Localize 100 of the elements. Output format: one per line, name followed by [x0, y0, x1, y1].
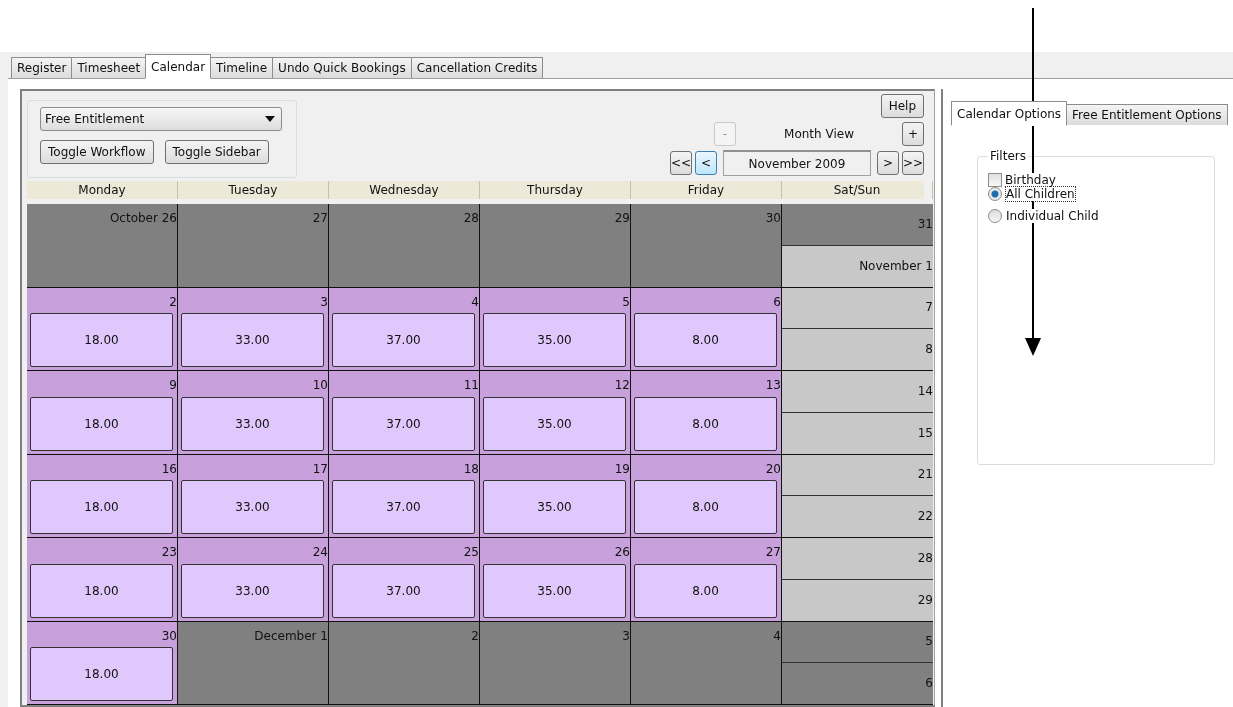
weekend-cell[interactable]: 14	[782, 371, 933, 412]
weekday-label: Sat/Sun	[782, 181, 933, 199]
weekend-cell[interactable]: 22	[782, 495, 933, 537]
day-cell[interactable]: 4 37.00	[329, 287, 480, 371]
day-cell[interactable]: 9 18.00	[27, 371, 178, 455]
weekend-cell[interactable]: 7	[782, 287, 933, 329]
amount-entry[interactable]: 33.00	[181, 480, 324, 534]
nav-button[interactable]: <	[695, 151, 717, 175]
tab[interactable]: Undo Quick Bookings	[272, 57, 412, 78]
day-cell[interactable]: 24 33.00	[178, 538, 329, 622]
day-number: 15	[917, 426, 933, 440]
day-cell[interactable]: 30 18.00	[27, 621, 178, 705]
amount-entry[interactable]: 35.00	[483, 563, 626, 618]
amount-entry[interactable]: 35.00	[483, 396, 626, 451]
weekend-cell[interactable]: 29	[782, 578, 933, 621]
amount-entry[interactable]: 37.00	[332, 480, 475, 534]
day-cell[interactable]: 5 35.00	[480, 287, 631, 371]
checkbox[interactable]	[988, 173, 1002, 187]
day-number: 31	[917, 217, 933, 231]
day-number: 27	[765, 546, 781, 559]
nav-button[interactable]: <<	[670, 151, 692, 175]
day-number: 19	[614, 462, 630, 476]
tab[interactable]: Timeline	[210, 57, 274, 78]
day-cell[interactable]: 17 33.00	[178, 454, 329, 538]
weekend-cell[interactable]: November 1	[782, 244, 933, 287]
day-cell[interactable]: 11 37.00	[329, 371, 480, 455]
day-cell[interactable]: 19 35.00	[480, 454, 631, 538]
day-cell[interactable]: 25 37.00	[329, 538, 480, 622]
view-label: Month View	[783, 127, 855, 141]
weekend-cell[interactable]: 5	[782, 621, 933, 663]
help-button[interactable]: Help	[880, 94, 924, 118]
radio-label: All Children	[1006, 187, 1075, 201]
day-number: 6	[773, 295, 781, 309]
weekend-cell[interactable]: 31	[782, 204, 933, 245]
amount-entry[interactable]: 37.00	[332, 396, 475, 451]
amount-entry[interactable]: 18.00	[30, 563, 173, 618]
day-cell[interactable]: December 1	[178, 621, 329, 705]
radio-label: Individual Child	[1006, 209, 1099, 223]
day-cell[interactable]: 26 35.00	[480, 538, 631, 622]
day-cell[interactable]: 10 33.00	[178, 371, 329, 455]
amount-entry[interactable]: 35.00	[483, 313, 626, 367]
day-cell[interactable]: 27	[178, 204, 329, 288]
day-number: 30	[765, 212, 781, 225]
weekend-cell[interactable]: 28	[782, 538, 933, 579]
amount-entry[interactable]: 35.00	[483, 480, 626, 534]
tab[interactable]: Cancellation Credits	[410, 57, 544, 78]
tab[interactable]: Calendar Options	[951, 101, 1068, 126]
checkbox-label: Birthday	[1005, 173, 1056, 187]
tab[interactable]: Free Entitlement Options	[1066, 104, 1228, 125]
day-number: 3	[320, 295, 328, 309]
day-cell[interactable]: 20 8.00	[631, 454, 782, 538]
tab[interactable]: Calendar	[145, 54, 212, 79]
day-cell[interactable]: 6 8.00	[631, 287, 782, 371]
amount-entry[interactable]: 33.00	[181, 396, 324, 451]
amount-entry[interactable]: 8.00	[634, 396, 777, 451]
amount-entry[interactable]: 33.00	[181, 563, 324, 618]
nav-button[interactable]: >	[877, 151, 899, 175]
toggle-button[interactable]: Toggle Workflow	[40, 140, 154, 164]
day-cell[interactable]: 2 18.00	[27, 287, 178, 371]
caret-icon	[265, 116, 275, 122]
amount-entry[interactable]: 8.00	[634, 563, 777, 618]
weekend-cell[interactable]: 15	[782, 411, 933, 454]
amount-entry[interactable]: 33.00	[181, 313, 324, 367]
amount-entry[interactable]: 18.00	[30, 647, 173, 701]
day-cell[interactable]: 12 35.00	[480, 371, 631, 455]
day-cell[interactable]: 4	[631, 621, 782, 705]
amount-entry[interactable]: 18.00	[30, 480, 173, 534]
day-number: 2	[471, 629, 479, 643]
day-number: 14	[917, 384, 933, 398]
weekend-cell[interactable]: 6	[782, 662, 933, 704]
day-cell[interactable]: 18 37.00	[329, 454, 480, 538]
day-cell[interactable]: 3 33.00	[178, 287, 329, 371]
day-cell[interactable]: 23 18.00	[27, 538, 178, 622]
radio-button[interactable]	[988, 209, 1002, 223]
day-cell[interactable]: 29	[480, 204, 631, 288]
radio-button[interactable]	[988, 187, 1002, 201]
tab[interactable]: Timesheet	[71, 57, 147, 78]
zoom-in-button[interactable]: +	[902, 122, 924, 146]
amount-entry[interactable]: 37.00	[332, 563, 475, 618]
nav-button[interactable]: >>	[902, 151, 924, 175]
weekend-cell[interactable]: 21	[782, 454, 933, 496]
amount-entry[interactable]: 18.00	[30, 313, 173, 367]
day-number: 29	[614, 212, 630, 225]
tab[interactable]: Register	[11, 57, 73, 78]
day-cell[interactable]: 27 8.00	[631, 538, 782, 622]
day-cell[interactable]: 13 8.00	[631, 371, 782, 455]
day-cell[interactable]: 16 18.00	[27, 454, 178, 538]
amount-entry[interactable]: 8.00	[634, 313, 777, 367]
day-cell[interactable]: 28	[329, 204, 480, 288]
amount-entry[interactable]: 18.00	[30, 396, 173, 451]
day-number: 6	[925, 677, 933, 691]
day-cell[interactable]: 3	[480, 621, 631, 705]
toggle-button[interactable]: Toggle Sidebar	[164, 140, 269, 164]
amount-entry[interactable]: 8.00	[634, 480, 777, 534]
day-cell[interactable]: 30	[631, 204, 782, 288]
amount-entry[interactable]: 37.00	[332, 313, 475, 367]
weekend-cell[interactable]: 8	[782, 328, 933, 370]
dropdown[interactable]: Free Entitlement	[40, 107, 282, 131]
day-cell[interactable]: October 26	[27, 204, 178, 288]
day-cell[interactable]: 2	[329, 621, 480, 705]
